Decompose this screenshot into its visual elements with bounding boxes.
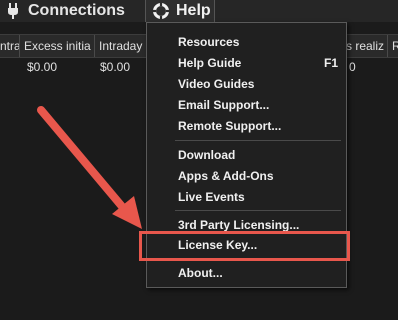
menu-item-remote-support[interactable]: Remote Support...: [178, 119, 281, 133]
menu-help[interactable]: Help: [145, 0, 215, 22]
menu-item-download[interactable]: Download: [178, 148, 235, 162]
lifebuoy-icon: [152, 2, 170, 20]
menu-item-resources[interactable]: Resources: [178, 35, 239, 49]
menu-item-about[interactable]: About...: [178, 266, 223, 280]
menu-separator: [175, 140, 341, 141]
menu-connections-label: Connections: [28, 2, 125, 19]
column-header[interactable]: Excess initia: [20, 35, 95, 57]
menu-item-third-party-licensing[interactable]: 3rd Party Licensing...: [178, 218, 299, 232]
menu-item-help-guide[interactable]: Help Guide: [178, 56, 241, 70]
table-cell: 0: [349, 60, 356, 74]
column-header[interactable]: ntra: [0, 35, 20, 57]
column-header[interactable]: Intraday rea: [95, 35, 150, 57]
help-guide-shortcut: F1: [323, 56, 338, 70]
plug-icon: [6, 2, 20, 20]
menu-item-live-events[interactable]: Live Events: [178, 190, 245, 204]
column-header[interactable]: R: [388, 35, 398, 57]
menu-bar: Connections Help: [0, 0, 398, 22]
table-cell: $0.00: [27, 60, 58, 74]
menu-connections[interactable]: Connections: [6, 0, 125, 22]
table-cell: $0.00: [100, 60, 131, 74]
menu-separator: [175, 210, 341, 211]
menu-help-label: Help: [176, 2, 211, 19]
menu-item-apps-addons[interactable]: Apps & Add-Ons: [178, 169, 274, 183]
menu-item-email-support[interactable]: Email Support...: [178, 98, 269, 112]
menu-item-video-guides[interactable]: Video Guides: [178, 77, 254, 91]
column-header[interactable]: s realiz: [346, 35, 388, 57]
highlight-box: [139, 231, 350, 261]
